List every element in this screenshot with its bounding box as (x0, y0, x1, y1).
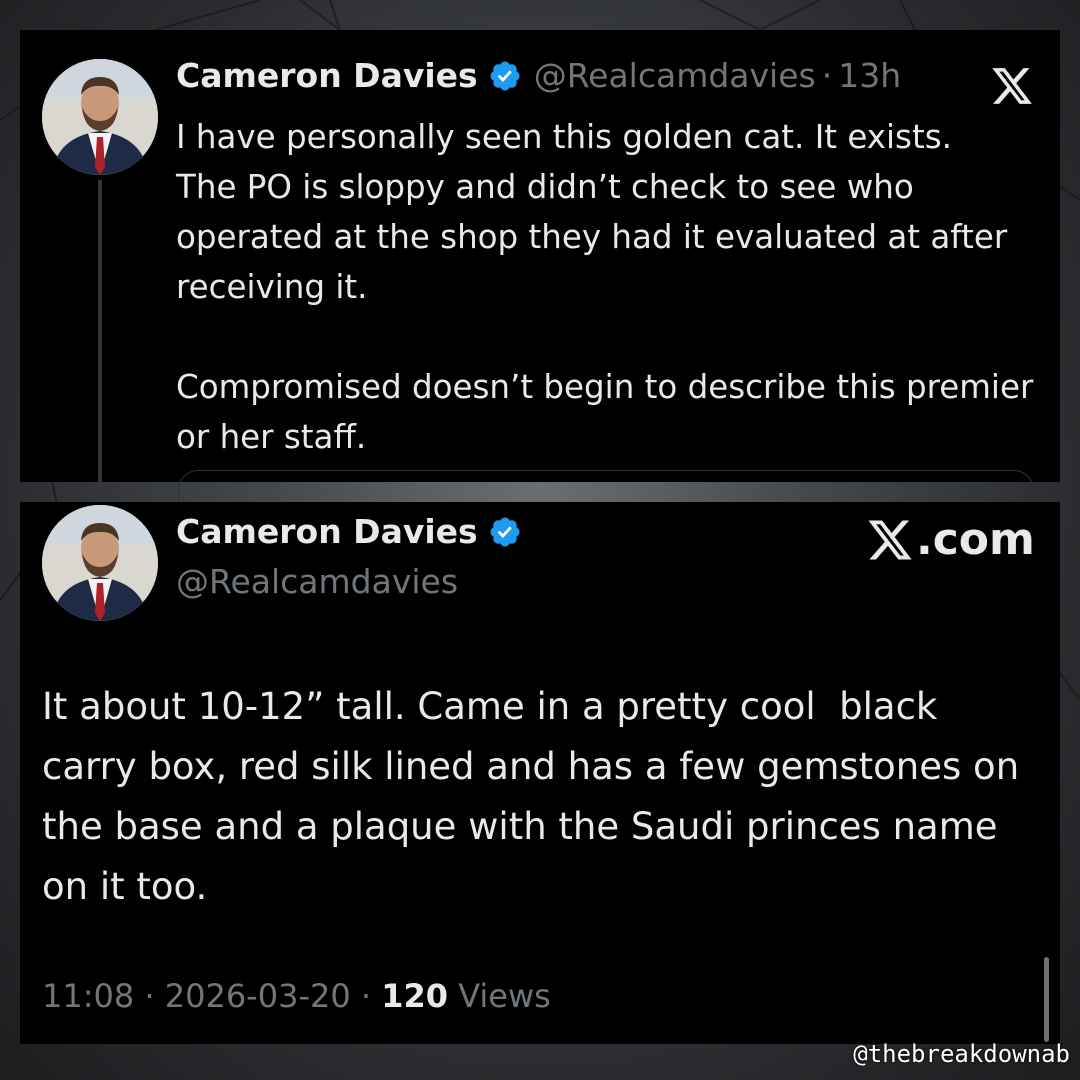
separator: · (144, 977, 155, 1015)
avatar[interactable] (42, 505, 158, 621)
tweet-time[interactable]: 11:08 (42, 977, 134, 1015)
brand-text: .com (916, 514, 1035, 565)
views-label: Views (458, 977, 551, 1015)
tweet-card-reply[interactable]: Cameron Davies @Realcamdavies .com It ab… (20, 502, 1060, 1044)
display-name[interactable]: Cameron Davies (176, 512, 478, 551)
views-count: 120 (381, 977, 449, 1015)
thread-connector-line (98, 180, 102, 482)
tweet-text: I have personally seen this golden cat. … (176, 118, 1034, 456)
x-com-brand: .com (866, 514, 1035, 565)
tweet-date[interactable]: 2026-03-20 (165, 977, 351, 1015)
tweet-meta: 11:08 · 2026-03-20 · 120 Views (42, 977, 551, 1015)
tweet-text: It about 10-12” tall. Came in a pretty c… (42, 685, 1031, 908)
quoted-card-edge (178, 470, 1034, 501)
separator: · (360, 977, 372, 1015)
verified-badge-icon (490, 60, 520, 91)
handle[interactable]: @Realcamdavies (534, 56, 816, 95)
scrollbar[interactable] (1044, 957, 1049, 1042)
x-logo-icon (868, 520, 912, 559)
tweet-header: Cameron Davies (176, 512, 522, 551)
handle[interactable]: @Realcamdavies (176, 562, 458, 601)
tweet-card-original[interactable]: Cameron Davies @Realcamdavies · 13h I ha… (20, 30, 1060, 501)
display-name[interactable]: Cameron Davies (176, 56, 478, 95)
x-logo-icon (992, 68, 1032, 104)
tweet-header: Cameron Davies @Realcamdavies · 13h (176, 56, 901, 95)
separator: · (821, 56, 833, 95)
verified-badge-icon (490, 516, 520, 547)
avatar[interactable] (42, 59, 158, 175)
watermark: @thebreakdownab (853, 1040, 1070, 1068)
timestamp[interactable]: 13h (838, 56, 901, 95)
